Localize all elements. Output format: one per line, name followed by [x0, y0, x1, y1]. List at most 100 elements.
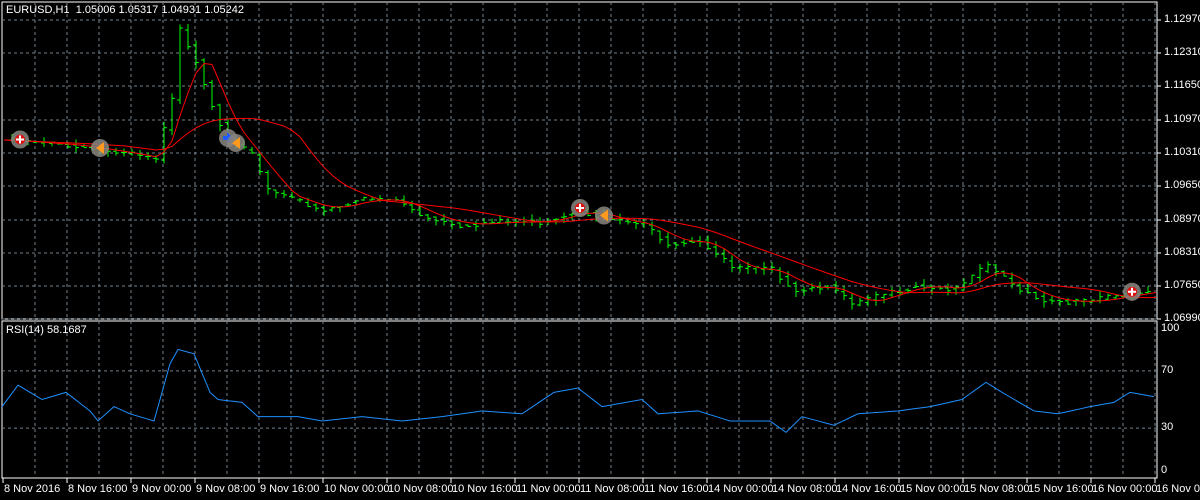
- ohlc-bar: [257, 153, 263, 176]
- ohlc-bar: [953, 285, 959, 295]
- trade-marker-sell[interactable]: [91, 139, 109, 157]
- ohlc-bar: [321, 204, 327, 216]
- time-tick-label: 8 Nov 16:00: [68, 483, 128, 495]
- ohlc-bar: [1033, 291, 1039, 300]
- price-tick-label: 1.10970: [1164, 113, 1200, 125]
- rsi-tick-label: 70: [1161, 363, 1174, 376]
- ohlc-bar: [73, 139, 79, 153]
- time-tick-label: 10 Nov 00:00: [324, 483, 390, 495]
- ohlc-bar: [881, 293, 887, 304]
- ohlc-bar: [121, 148, 127, 157]
- time-tick-label: 9 Nov 08:00: [196, 483, 256, 495]
- ohlc-bar: [873, 291, 879, 306]
- rsi-label: RSI(14): [6, 324, 44, 336]
- low-value: 1.04931: [161, 4, 202, 16]
- ohlc-bar: [457, 222, 463, 229]
- ohlc-bar: [449, 220, 455, 230]
- time-tick-label: 9 Nov 00:00: [132, 483, 192, 495]
- ohlc-bar: [489, 218, 495, 224]
- ohlc-bar: [729, 255, 735, 273]
- ohlc-bar: [777, 267, 783, 284]
- ohlc-bar: [297, 197, 303, 203]
- time-tick-label: 15 Nov 08:00: [964, 483, 1030, 495]
- ohlc-bar: [969, 274, 975, 285]
- price-tick-label: 1.12970: [1164, 13, 1200, 25]
- ohlc-bar: [841, 285, 847, 300]
- symbol-label: EURUSD,H1: [6, 4, 70, 16]
- chart-window[interactable]: EURUSD,H1 1.05006 1.05317 1.04931 1.0524…: [0, 0, 1200, 500]
- ohlc-bar: [433, 216, 439, 226]
- rsi-tick-label: 100: [1161, 322, 1180, 334]
- time-tick-label: 10 Nov 08:00: [388, 483, 454, 495]
- rsi-line: [1, 348, 1155, 434]
- ohlc-bar: [113, 147, 119, 156]
- ohlc-bar: [273, 189, 279, 199]
- open-value: 1.05006: [75, 4, 116, 16]
- rsi-value: 58.1687: [46, 324, 87, 336]
- time-tick-label: 11 Nov 08:00: [580, 483, 645, 495]
- ohlc-bar: [313, 203, 319, 212]
- ohlc-bar: [737, 263, 743, 273]
- time-tick-label: 16 Nov 00:00: [1092, 483, 1158, 495]
- ohlc-bar: [793, 281, 799, 298]
- time-tick-label: 8 Nov 2016: [4, 483, 61, 495]
- ohlc-bar: [617, 213, 623, 225]
- ohlc-bar: [857, 297, 863, 307]
- ohlc-bar: [209, 79, 215, 110]
- ohlc-bar: [817, 281, 823, 295]
- ohlc-bar: [265, 170, 271, 195]
- ohlc-bar: [505, 218, 511, 226]
- ohlc-bar: [721, 248, 727, 263]
- time-tick-label: 15 Nov 16:00: [1028, 483, 1094, 495]
- time-tick-label: 14 Nov 08:00: [772, 483, 838, 495]
- ohlc-bar: [937, 286, 943, 290]
- ohlc-bar: [361, 196, 367, 201]
- close-value: 1.05242: [204, 4, 244, 16]
- ohlc-bar: [945, 283, 951, 296]
- ohlc-bar: [473, 220, 479, 232]
- time-tick-label: 14 Nov 00:00: [708, 483, 774, 495]
- time-tick-label: 16 Nov 08:00: [1156, 483, 1200, 495]
- high-value: 1.05317: [118, 4, 159, 16]
- trade-marker-close[interactable]: [1123, 282, 1141, 301]
- ohlc-bar: [521, 216, 527, 226]
- rsi-header: RSI(14) 58.1687: [6, 324, 87, 336]
- ohlc-bar: [217, 103, 223, 132]
- ohlc-bar: [289, 191, 295, 199]
- ohlc-bar: [177, 24, 183, 105]
- chart-header: EURUSD,H1 1.05006 1.05317 1.04931 1.0524…: [6, 4, 244, 16]
- ohlc-bar: [193, 40, 199, 69]
- price-tick-label: 1.07650: [1164, 279, 1200, 291]
- trade-marker-sell[interactable]: [595, 206, 613, 225]
- ohlc-bar: [169, 93, 175, 136]
- time-tick-label: 15 Nov 00:00: [900, 483, 966, 495]
- ohlc-bar: [865, 294, 871, 307]
- time-tick-label: 14 Nov 16:00: [836, 483, 902, 495]
- ohlc-bar: [849, 292, 855, 310]
- price-tick-label: 1.12310: [1164, 46, 1200, 58]
- price-tick-label: 1.08970: [1164, 213, 1200, 225]
- time-tick-label: 11 Nov 00:00: [516, 483, 581, 495]
- ohlc-bar: [465, 224, 471, 227]
- price-tick-label: 1.08310: [1164, 246, 1200, 258]
- trade-marker-sell[interactable]: [227, 134, 245, 152]
- ohlc-bar: [681, 239, 687, 247]
- ohlc-bar: [985, 261, 991, 274]
- ohlc-bar: [657, 230, 663, 244]
- time-tick-label: 11 Nov 16:00: [644, 483, 709, 495]
- ohlc-bar: [977, 263, 983, 282]
- time-tick-label: 10 Nov 16:00: [452, 483, 518, 495]
- trade-marker-close[interactable]: [11, 130, 29, 149]
- price-chart[interactable]: [0, 0, 1200, 500]
- ohlc-bar: [185, 24, 191, 50]
- ohlc-bar: [1073, 298, 1079, 307]
- ohlc-bar: [769, 262, 775, 273]
- ohlc-bar: [137, 149, 143, 160]
- ohlc-bar: [145, 152, 151, 161]
- ohlc-bar: [329, 206, 335, 212]
- rsi-tick-label: 0: [1161, 464, 1168, 476]
- trade-marker-close[interactable]: [571, 199, 589, 217]
- price-tick-label: 1.11650: [1164, 79, 1200, 91]
- ohlc-bar: [913, 281, 919, 289]
- ohlc-bar: [921, 279, 927, 292]
